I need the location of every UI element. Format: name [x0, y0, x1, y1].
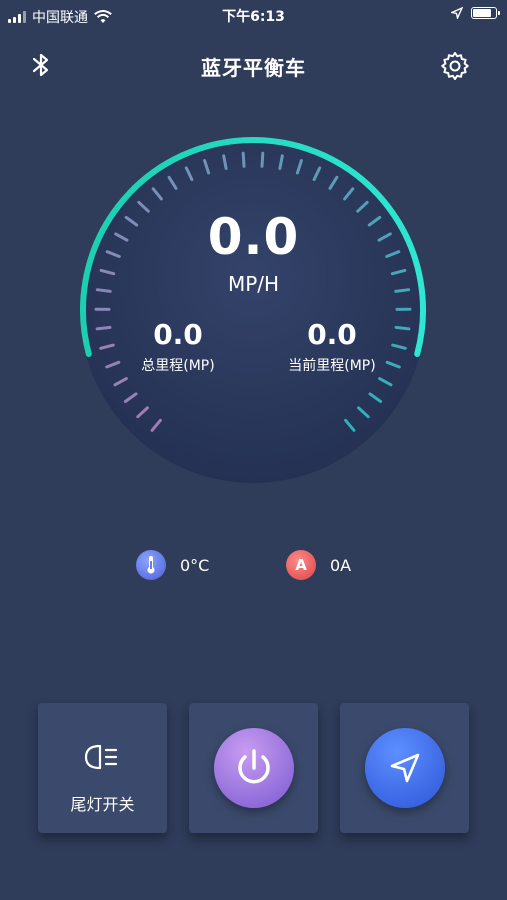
- power-button[interactable]: [214, 728, 294, 808]
- speedometer-dial: [80, 136, 426, 483]
- total-mileage: 0.0 总里程(MP): [108, 318, 248, 375]
- amp-icon: A: [286, 550, 316, 580]
- dial-tick: [260, 151, 265, 168]
- status-bar: 中国联通 下午6:13: [0, 0, 507, 30]
- headlight-icon: [84, 744, 118, 770]
- navigation-button[interactable]: [365, 728, 445, 808]
- tail-light-button[interactable]: 尾灯开关: [38, 703, 167, 833]
- gear-icon[interactable]: [439, 50, 471, 82]
- amp-letter: A: [295, 556, 307, 574]
- speedometer: 0.0 MP/H 0.0 总里程(MP) 0.0 当前里程(MP): [40, 110, 467, 500]
- current-mileage-value: 0.0: [307, 318, 357, 351]
- temperature-value: 0°C: [180, 555, 210, 575]
- nav-bar: 蓝牙平衡车: [0, 40, 507, 92]
- total-mileage-label: 总里程(MP): [141, 358, 215, 374]
- amp-value: 0A: [330, 555, 352, 575]
- navigation-tile: [340, 703, 469, 833]
- tail-light-label: 尾灯开关: [70, 795, 135, 814]
- current-mileage: 0.0 当前里程(MP): [262, 318, 402, 375]
- battery-level: [473, 9, 491, 17]
- page-title: 蓝牙平衡车: [201, 56, 306, 80]
- total-mileage-value: 0.0: [153, 318, 203, 351]
- thermometer-icon: [136, 550, 166, 580]
- speed-unit: MP/H: [227, 272, 280, 296]
- clock: 下午6:13: [222, 9, 285, 25]
- temperature-readout: 0°C: [136, 550, 209, 580]
- current-readout: A 0A: [286, 550, 351, 580]
- power-tile: [189, 703, 318, 833]
- dial-tick: [241, 151, 246, 168]
- location-arrow-icon: [451, 7, 463, 19]
- status-right: [451, 7, 500, 19]
- current-mileage-label: 当前里程(MP): [288, 358, 376, 374]
- battery-icon: [471, 7, 500, 19]
- power-icon: [238, 749, 270, 784]
- navigation-arrow-icon: [390, 753, 420, 783]
- speed-value: 0.0: [207, 208, 300, 266]
